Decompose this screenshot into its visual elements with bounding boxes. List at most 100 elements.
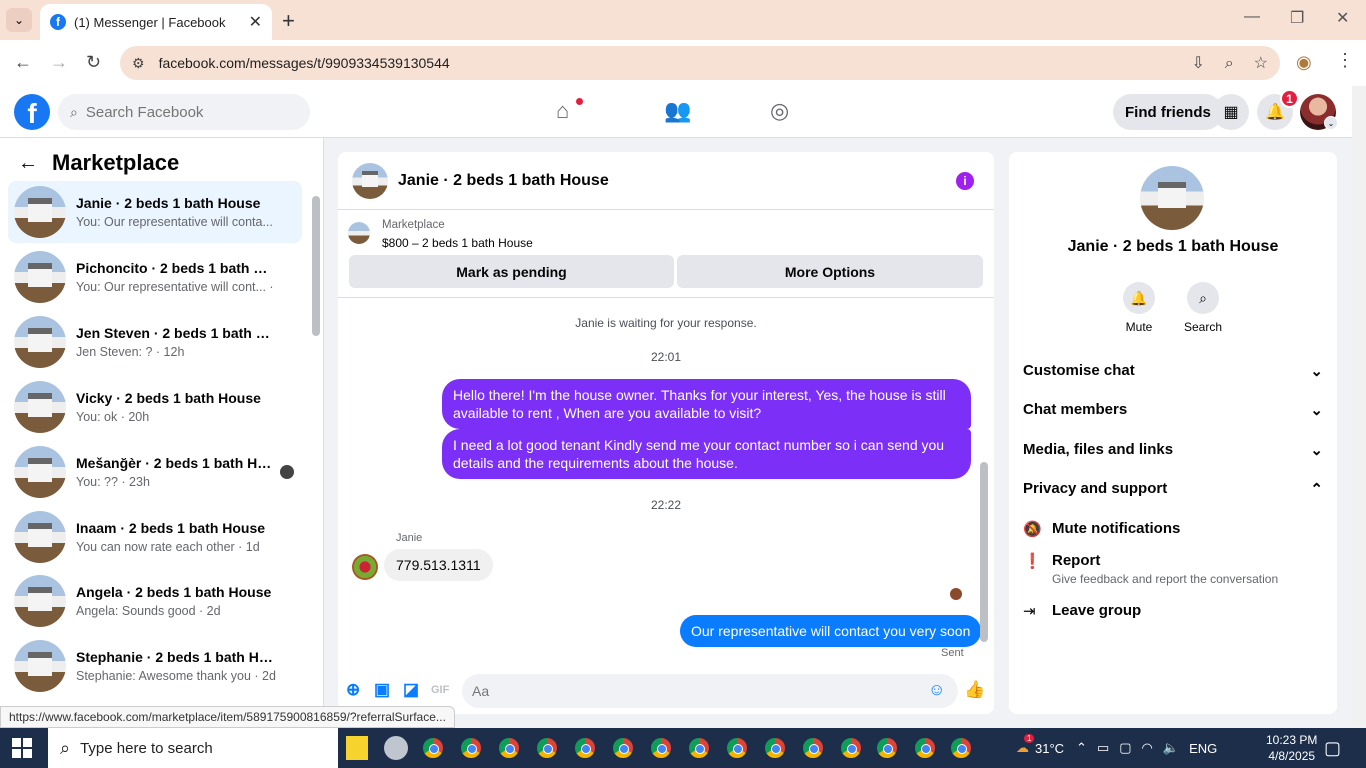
temperature[interactable]: 31°C xyxy=(1035,741,1064,756)
chrome-icon[interactable] xyxy=(421,736,445,760)
conversation-item[interactable]: Stephanie · 2 beds 1 bath House Stephanie… xyxy=(8,635,302,697)
chrome-icon[interactable] xyxy=(725,736,749,760)
close-window-icon[interactable]: ✕ xyxy=(1336,8,1349,28)
chrome-icon[interactable] xyxy=(535,736,559,760)
mark-as-pending-button[interactable]: Mark as pending xyxy=(349,255,674,288)
conversation-name: Stephanie · 2 beds 1 bath House xyxy=(76,649,276,665)
chat-scrollbar[interactable] xyxy=(980,462,988,642)
site-settings-icon[interactable]: ⚙ xyxy=(132,55,145,72)
more-options-button[interactable]: More Options xyxy=(677,255,983,288)
clock[interactable]: 10:23 PM 4/8/2025 xyxy=(1266,732,1317,764)
incoming-message[interactable]: 779.513.1311 xyxy=(384,549,493,581)
conversation-item[interactable]: Mešanğèr · 2 beds 1 bath Hou... You: ?? ·… xyxy=(8,441,302,503)
address-bar[interactable]: ⚙ facebook.com/messages/t/99093345391305… xyxy=(120,46,1280,80)
facebook-search-input[interactable] xyxy=(85,103,286,121)
sticky-notes-icon[interactable] xyxy=(346,736,368,760)
chrome-icon[interactable] xyxy=(949,736,973,760)
conversation-item[interactable]: Janie · 2 beds 1 bath House You: Our repr… xyxy=(8,181,302,243)
profile-icon[interactable]: ◉ xyxy=(1296,52,1312,73)
chrome-icon[interactable] xyxy=(763,736,787,760)
facebook-logo-icon[interactable]: f xyxy=(14,94,50,130)
chrome-icon[interactable] xyxy=(649,736,673,760)
chrome-icon[interactable] xyxy=(913,736,937,760)
chrome-icon[interactable] xyxy=(687,736,711,760)
chevron-up-icon[interactable]: ⌃ xyxy=(1076,740,1087,756)
emoji-icon[interactable]: ☺ xyxy=(928,680,945,700)
conversation-item[interactable]: Jen Steven · 2 beds 1 bath House Jen Stev… xyxy=(8,311,302,373)
zoom-icon[interactable]: ⌕ xyxy=(1225,55,1234,72)
account-caret-icon[interactable]: ⌄ xyxy=(1324,116,1338,130)
message-input[interactable] xyxy=(462,674,958,708)
timestamp: 22:01 xyxy=(650,350,682,364)
friends-icon[interactable]: 👥 xyxy=(664,98,691,124)
back-arrow-icon[interactable]: ← xyxy=(18,152,38,175)
windows-start-icon[interactable] xyxy=(12,738,32,758)
bookmark-star-icon[interactable]: ☆ xyxy=(1254,55,1268,72)
house-avatar xyxy=(14,251,66,303)
chat-title[interactable]: Janie · 2 beds 1 bath House xyxy=(398,172,609,190)
listing-thumbnail[interactable] xyxy=(348,222,370,244)
battery-icon[interactable]: ▭ xyxy=(1097,740,1109,756)
restore-icon[interactable]: ❐ xyxy=(1290,8,1304,28)
outgoing-message[interactable]: Our representative will contact you very… xyxy=(680,615,982,647)
weather-icon[interactable]: ☁ 1 xyxy=(1016,734,1035,756)
tab-search-button[interactable]: ⌄ xyxy=(6,8,32,32)
chrome-icon[interactable] xyxy=(839,736,863,760)
facebook-search[interactable]: ⌕ xyxy=(58,94,310,130)
volume-icon[interactable]: 🔈 xyxy=(1163,740,1179,756)
chrome-icon[interactable] xyxy=(459,736,483,760)
taskbar-search[interactable]: ⌕ Type here to search xyxy=(48,728,338,768)
conversation-item[interactable]: Inaam · 2 beds 1 bath House You can now r… xyxy=(8,506,302,568)
house-avatar[interactable] xyxy=(352,162,388,199)
close-tab-icon[interactable]: ✕ xyxy=(249,12,262,32)
notification-center-icon[interactable]: ▢ xyxy=(1324,738,1341,759)
home-icon[interactable]: ⌂ xyxy=(556,98,569,124)
language-indicator[interactable]: ENG xyxy=(1189,741,1217,756)
sender-avatar[interactable] xyxy=(352,554,378,580)
read-receipt-avatar xyxy=(280,465,294,479)
gif-icon[interactable]: GIF xyxy=(431,684,449,696)
new-tab-icon[interactable]: + xyxy=(282,8,295,34)
conversation-item[interactable]: Pichoncito · 2 beds 1 bath House You: Our… xyxy=(8,246,302,308)
forward-icon[interactable]: → xyxy=(50,52,68,73)
wifi-icon[interactable]: ◠ xyxy=(1142,740,1153,756)
chrome-icon[interactable] xyxy=(611,736,635,760)
outgoing-message[interactable]: Hello there! I'm the house owner. Thanks… xyxy=(442,379,971,429)
photo-icon[interactable]: ▣ xyxy=(374,680,390,700)
section-customise-chat[interactable]: Customise chat ⌄ xyxy=(1023,362,1323,380)
reload-icon[interactable]: ↻ xyxy=(86,52,101,73)
section-media-files-links[interactable]: Media, files and links ⌄ xyxy=(1023,441,1323,459)
info-icon[interactable]: i xyxy=(956,172,974,190)
like-icon[interactable]: 👍 xyxy=(964,680,985,700)
groups-icon[interactable]: ◎ xyxy=(770,98,789,124)
mute-notifications-item[interactable]: 🔕 Mute notifications xyxy=(1023,520,1323,538)
conversation-item[interactable]: Angela · 2 beds 1 bath House Angela: Soun… xyxy=(8,570,302,632)
mute-action[interactable]: 🔔 Mute xyxy=(1104,282,1174,334)
chrome-icon[interactable] xyxy=(875,736,899,760)
listing-price[interactable]: $800 – 2 beds 1 bath House xyxy=(382,236,533,250)
leave-group-item[interactable]: ⇥ Leave group xyxy=(1023,602,1323,620)
sidebar-scrollbar[interactable] xyxy=(312,196,320,336)
chrome-icon[interactable] xyxy=(573,736,597,760)
find-friends-button[interactable]: Find friends xyxy=(1113,94,1223,130)
search-action[interactable]: ⌕ Search xyxy=(1168,282,1238,334)
page-scrollbar[interactable] xyxy=(1352,86,1366,726)
browser-menu-icon[interactable]: ⋮ xyxy=(1336,50,1354,71)
back-icon[interactable]: ← xyxy=(14,52,32,73)
browser-tab[interactable]: f (1) Messenger | Facebook ✕ xyxy=(40,4,272,40)
outgoing-message[interactable]: I need a lot good tenant Kindly send me … xyxy=(442,429,971,479)
install-app-icon[interactable]: ⇩ xyxy=(1192,55,1205,72)
chrome-icon[interactable] xyxy=(497,736,521,760)
plus-icon[interactable]: ⊕ xyxy=(346,680,360,700)
sticker-icon[interactable]: ◪ xyxy=(403,680,419,700)
conversation-item[interactable]: Vicky · 2 beds 1 bath House You: ok · 20h xyxy=(8,376,302,438)
report-item[interactable]: ❗ Report Give feedback and report the con… xyxy=(1023,552,1323,586)
app-icon[interactable] xyxy=(384,736,408,760)
windows-taskbar: ⌕ Type here to search ☁ 1 31°C ⌃ ▭ ▢ ◠ 🔈 … xyxy=(0,728,1366,768)
meet-icon[interactable]: ▢ xyxy=(1119,740,1131,756)
minimize-icon[interactable]: — xyxy=(1244,8,1260,26)
chrome-icon[interactable] xyxy=(801,736,825,760)
menu-grid-button[interactable]: ▦ xyxy=(1213,94,1249,130)
section-chat-members[interactable]: Chat members ⌄ xyxy=(1023,401,1323,419)
section-privacy-support[interactable]: Privacy and support ⌃ xyxy=(1023,480,1323,498)
